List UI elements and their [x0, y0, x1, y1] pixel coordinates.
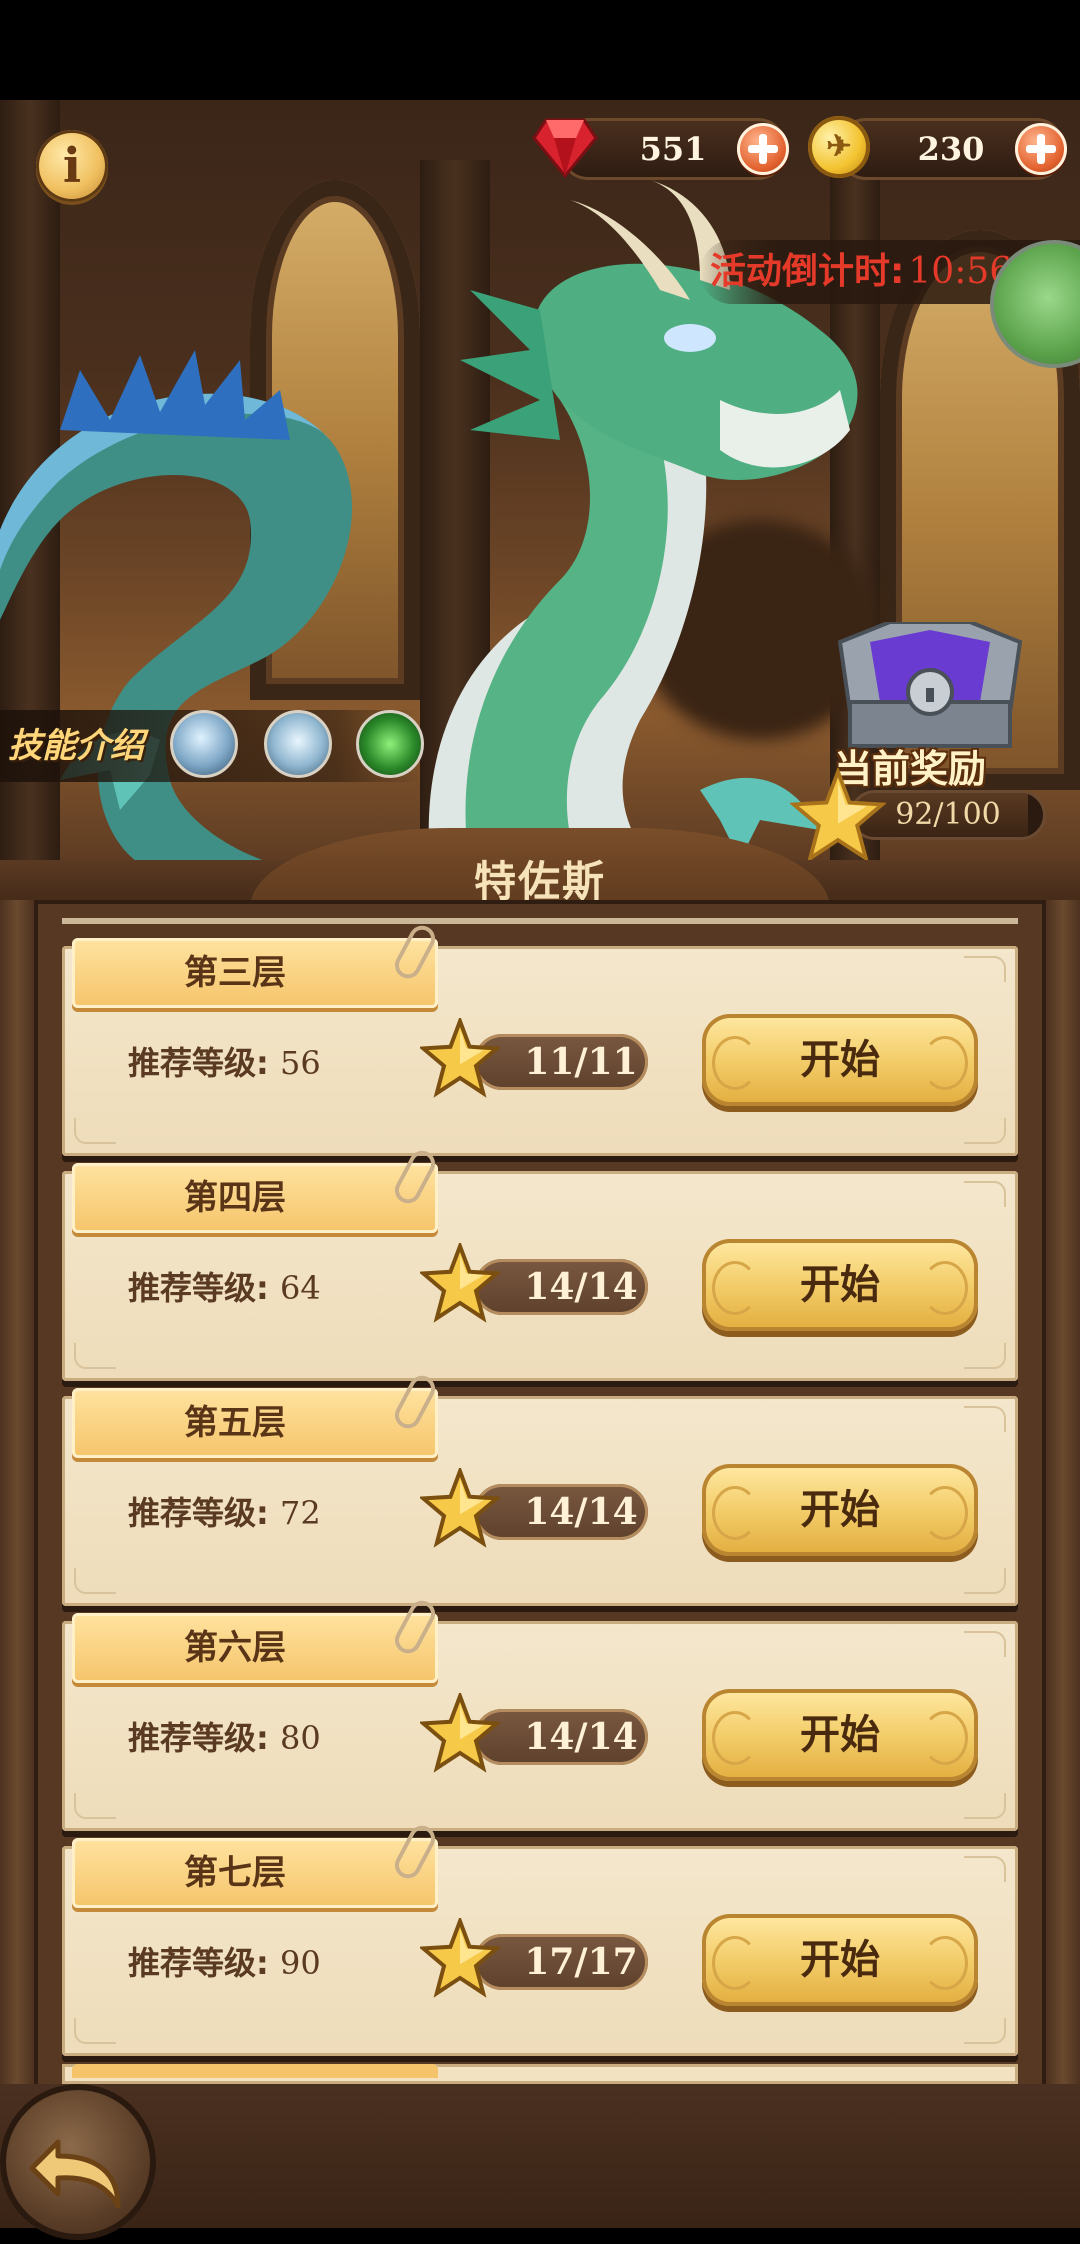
start-button[interactable]: 开始 — [702, 1689, 978, 1781]
card-ornament — [964, 956, 1006, 982]
card-ornament — [964, 1181, 1006, 1207]
card-ornament — [964, 1568, 1006, 1594]
coin-counter: 230 — [838, 118, 1067, 180]
star-icon — [420, 1468, 500, 1548]
card-ornament — [964, 2018, 1006, 2044]
recommended-level-value: 56 — [279, 1044, 321, 1082]
status-bar — [0, 0, 1080, 100]
start-button[interactable]: 开始 — [702, 1239, 978, 1331]
recommended-level-label: 推荐等级: — [128, 1494, 280, 1532]
star-icon — [420, 1918, 500, 1998]
skills-intro-label[interactable]: 技能介绍 — [8, 718, 144, 767]
recommended-level-value: 80 — [279, 1719, 321, 1757]
ruby-gem-icon — [532, 118, 598, 178]
card-ornament — [964, 1118, 1006, 1144]
recommended-level-value: 90 — [279, 1944, 321, 1982]
panel-frame-right — [1046, 900, 1080, 2228]
card-ornament — [74, 1568, 116, 1594]
recommended-level-label: 推荐等级: — [128, 1944, 280, 1982]
recommended-level: 推荐等级: 72 — [128, 1488, 321, 1534]
floor-name: 第四层 — [184, 1178, 286, 1218]
countdown-label: 活动倒计时: — [710, 251, 905, 292]
stars-counter: 14/14 — [474, 1709, 648, 1765]
floor-card: 第五层推荐等级: 72 14/14 开始 — [62, 1371, 1018, 1606]
stars-counter: 14/14 — [474, 1484, 648, 1540]
start-button-label: 开始 — [800, 1037, 880, 1083]
floor-list[interactable]: 第三层 推荐等级: 56 11/11 开始 第四层 推荐等级: 64 14/14 开始 第五层推… — [62, 918, 1018, 2078]
recommended-level: 推荐等级: 90 — [128, 1938, 321, 1984]
star-icon — [420, 1018, 500, 1098]
info-button[interactable]: i — [36, 130, 108, 202]
frost-dragon-skill-icon[interactable] — [264, 710, 332, 778]
card-ornament — [74, 1793, 116, 1819]
recommended-level: 推荐等级: 64 — [128, 1263, 321, 1309]
stars-value: 17/17 — [524, 1941, 638, 1983]
start-button[interactable]: 开始 — [702, 1914, 978, 2006]
stars-counter: 11/11 — [474, 1034, 648, 1090]
panel-frame-left — [0, 900, 34, 2228]
gem-amount: 551 — [639, 130, 707, 168]
recommended-level-label: 推荐等级: — [128, 1719, 280, 1757]
floor-name-tag: 第七层 — [72, 1821, 440, 1908]
shield-heal-skill-icon[interactable] — [356, 710, 424, 778]
add-gems-button[interactable] — [737, 123, 789, 175]
bottom-bar — [0, 2084, 1080, 2228]
floor-name: 第五层 — [184, 1403, 286, 1443]
start-button-label: 开始 — [800, 1487, 880, 1533]
start-button-label: 开始 — [800, 1262, 880, 1308]
floor-card: 第七层推荐等级: 90 17/17 开始 — [62, 1821, 1018, 2056]
star-icon — [420, 1243, 500, 1323]
stars-counter: 14/14 — [474, 1259, 648, 1315]
card-ornament — [964, 1631, 1006, 1657]
start-button-label: 开始 — [800, 1712, 880, 1758]
start-button[interactable]: 开始 — [702, 1014, 978, 1106]
next-floor-tag — [72, 2064, 438, 2078]
stars-value: 14/14 — [524, 1716, 638, 1758]
floor-card: 第六层推荐等级: 80 14/14 开始 — [62, 1596, 1018, 1831]
recommended-level-label: 推荐等级: — [128, 1269, 280, 1307]
add-coins-button[interactable] — [1015, 123, 1067, 175]
floor-name: 第七层 — [184, 1853, 286, 1893]
stars-value: 11/11 — [524, 1041, 638, 1083]
reward-chest-icon[interactable] — [830, 622, 1030, 752]
recommended-level: 推荐等级: 56 — [128, 1038, 321, 1084]
recommended-level: 推荐等级: 80 — [128, 1713, 321, 1759]
stars-value: 14/14 — [524, 1491, 638, 1533]
stars-value: 14/14 — [524, 1266, 638, 1308]
star-icon — [420, 1693, 500, 1773]
start-button-label: 开始 — [800, 1937, 880, 1983]
floor-name-tag: 第六层 — [72, 1596, 440, 1683]
floor-name-tag: 第五层 — [72, 1371, 440, 1458]
card-ornament — [74, 1118, 116, 1144]
recommended-level-label: 推荐等级: — [128, 1044, 280, 1082]
start-button[interactable]: 开始 — [702, 1464, 978, 1556]
floor-name: 第六层 — [184, 1628, 286, 1668]
floor-name-tag: 第三层 — [72, 921, 440, 1008]
gold-coin-icon: ✈ — [808, 116, 870, 178]
card-ornament — [74, 2018, 116, 2044]
list-divider — [62, 918, 1018, 924]
ice-dragon-skill-icon[interactable] — [170, 710, 238, 778]
recommended-level-value: 64 — [279, 1269, 321, 1307]
floor-card: 第三层推荐等级: 56 11/11 开始 — [62, 921, 1018, 1156]
card-ornament — [964, 1343, 1006, 1369]
card-ornament — [964, 1793, 1006, 1819]
back-button[interactable] — [0, 2084, 156, 2240]
floor-name-tag: 第四层 — [72, 1146, 440, 1233]
floor-name: 第三层 — [184, 953, 286, 993]
coin-amount: 230 — [917, 130, 985, 168]
floor-card: 第四层推荐等级: 64 14/14 开始 — [62, 1146, 1018, 1381]
card-ornament — [964, 1406, 1006, 1432]
stars-counter: 17/17 — [474, 1934, 648, 1990]
back-arrow-icon — [29, 2139, 121, 2209]
card-ornament — [74, 1343, 116, 1369]
card-ornament — [964, 1856, 1006, 1882]
recommended-level-value: 72 — [279, 1494, 321, 1532]
